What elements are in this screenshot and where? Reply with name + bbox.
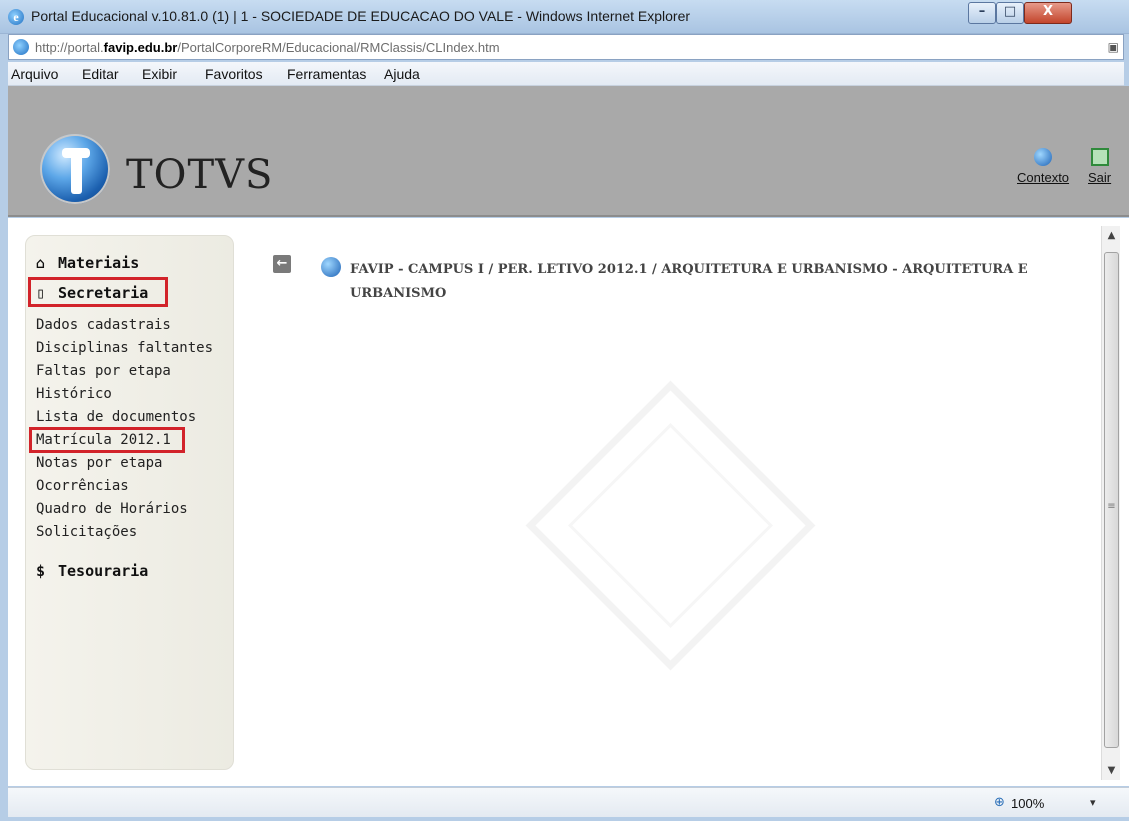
page-favicon-icon [13,39,29,55]
menu-ferramentas[interactable]: Ferramentas [287,66,366,82]
sair-link[interactable]: Sair [1088,148,1111,185]
back-button[interactable]: ← [273,255,291,273]
zoom-icon[interactable]: ⊕ [994,795,1005,810]
briefcase-icon: ⌂ [36,254,46,272]
maximize-button[interactable]: □ [996,2,1024,24]
scrollbar-thumb[interactable]: ≡ [1104,252,1119,748]
link-notas-por-etapa[interactable]: Notas por etapa [36,455,162,471]
logo-text: TOTVS [126,152,274,198]
url-domain: favip.edu.br [103,40,178,55]
sidebar: ⌂ Materiais ▯ Secretaria Dados cadastrais … [25,235,234,770]
highlight-box-matricula [29,427,185,453]
menu-editar[interactable]: Editar [82,66,119,82]
menu-bar: Arquivo Editar Exibir Favoritos Ferramen… [8,62,1124,86]
link-solicitacoes[interactable]: Solicitações [36,524,137,540]
logo-t-mark [62,148,90,194]
ie-icon: e [8,9,24,25]
exit-icon [1090,148,1109,166]
url-prefix: http://portal. [35,40,104,55]
link-faltas-por-etapa[interactable]: Faltas por etapa [36,363,171,379]
section-materiais[interactable]: ⌂ Materiais [36,254,139,272]
section-tesouraria-label: Tesouraria [58,562,149,580]
globe-icon [1034,148,1053,166]
menu-exibir[interactable]: Exibir [142,66,177,82]
scroll-down-icon[interactable]: ▼ [1102,765,1121,776]
menu-ajuda[interactable]: Ajuda [384,66,420,82]
section-tesouraria[interactable]: $ Tesouraria [36,562,148,580]
close-icon: X [1042,4,1054,19]
highlight-box-secretaria [28,277,168,307]
address-bar[interactable]: http://portal.favip.edu.br/PortalCorpore… [8,34,1124,60]
status-bar: ⊕ 100% ▾ [8,787,1129,817]
globe-icon [321,257,341,277]
url-path: /PortalCorporeRM/Educacional/RMClassis/C… [177,40,500,55]
zoom-level[interactable]: 100% [1011,796,1044,811]
menu-arquivo[interactable]: Arquivo [11,66,58,82]
section-materiais-label: Materiais [58,254,140,272]
maximize-icon: □ [1003,4,1017,19]
context-breadcrumb: FAVIP - CAMPUS I / PER. LETIVO 2012.1 / … [350,262,1028,301]
grip-icon: ≡ [1107,501,1116,512]
chevron-down-icon[interactable]: ▾ [1090,796,1096,809]
close-button[interactable]: X [1024,2,1072,24]
address-url[interactable]: http://portal.favip.edu.br/PortalCorpore… [35,40,500,55]
link-disciplinas-faltantes[interactable]: Disciplinas faltantes [36,340,213,356]
page-content: ⌂ Materiais ▯ Secretaria Dados cadastrais … [8,218,1129,786]
sair-label: Sair [1088,170,1112,185]
compatibility-view-icon[interactable]: ▣ [1108,40,1119,54]
totvs-logo-icon [40,134,110,204]
dollar-icon: $ [36,562,46,580]
link-historico[interactable]: Histórico [36,386,112,402]
contexto-link[interactable]: Contexto [1017,148,1069,185]
app-header: TOTVS Contexto Sair [8,86,1129,217]
minimize-icon: – [978,4,986,19]
link-lista-de-documentos[interactable]: Lista de documentos [36,409,196,425]
window-title: Portal Educacional v.10.81.0 (1) | 1 - S… [31,8,691,24]
browser-window: e Portal Educacional v.10.81.0 (1) | 1 -… [0,0,1129,821]
scroll-up-icon[interactable]: ▲ [1102,230,1121,241]
link-ocorrencias[interactable]: Ocorrências [36,478,129,494]
minimize-button[interactable]: – [968,2,996,24]
link-quadro-de-horarios[interactable]: Quadro de Horários [36,501,188,517]
vertical-scrollbar[interactable]: ▲ ≡ ▼ [1101,226,1120,780]
contexto-label: Contexto [1017,170,1070,185]
title-bar: e Portal Educacional v.10.81.0 (1) | 1 -… [0,0,1129,34]
link-dados-cadastrais[interactable]: Dados cadastrais [36,317,171,333]
menu-favoritos[interactable]: Favoritos [205,66,263,82]
